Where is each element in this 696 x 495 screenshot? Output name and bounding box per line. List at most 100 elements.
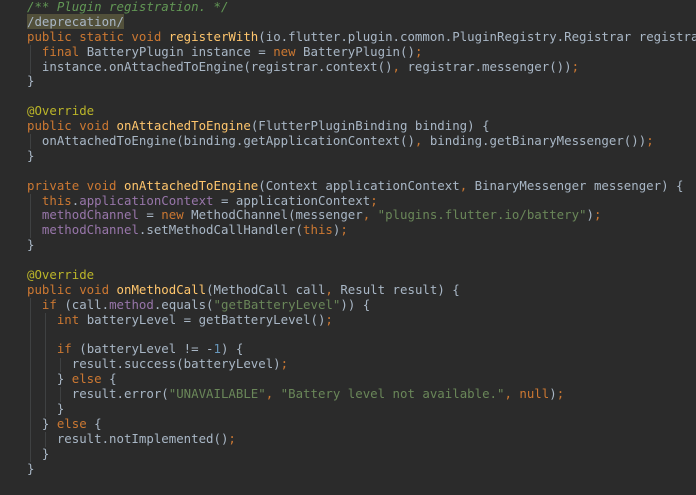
code-token-comment: /** Plugin registration. */ xyxy=(27,0,229,14)
code-token-annotation: @Override xyxy=(27,267,95,283)
code-token-keyword: ; xyxy=(228,430,236,446)
code-token-keyword: else xyxy=(56,415,95,431)
code-token-keyword: this xyxy=(41,192,72,208)
code-token-keyword: private void xyxy=(27,177,124,193)
indent-guide xyxy=(59,387,61,403)
code-token-plain: Result result) { xyxy=(340,281,460,297)
code-token-plain: BatteryPlugin() xyxy=(303,43,415,59)
code-line[interactable]: public void onMethodCall(MethodCall call… xyxy=(0,281,696,298)
code-token-keyword: public void xyxy=(27,118,117,134)
code-token-keyword: ; xyxy=(593,207,602,223)
code-token-method: onAttachedToEngine xyxy=(116,118,251,134)
code-line[interactable]: this.applicationContext = applicationCon… xyxy=(0,192,696,209)
code-token-keyword: final xyxy=(41,43,87,59)
code-line[interactable]: } xyxy=(0,446,696,462)
code-line[interactable]: @Override xyxy=(0,103,696,119)
code-line[interactable]: /deprecation/ xyxy=(0,13,696,30)
code-line[interactable]: } else { xyxy=(0,415,696,432)
code-token-keyword: new xyxy=(273,43,304,59)
code-line[interactable]: result.notImplemented(); xyxy=(0,430,696,447)
code-line[interactable]: result.success(batteryLevel); xyxy=(0,356,696,372)
code-line[interactable]: methodChannel = new MethodChannel(messen… xyxy=(0,208,696,223)
code-token-string: "plugins.flutter.io/battery" xyxy=(377,207,587,223)
code-token-plain: } xyxy=(27,147,35,163)
code-line[interactable]: onAttachedToEngine(binding.getApplicatio… xyxy=(0,133,696,149)
code-line[interactable]: methodChannel.setMethodCallHandler(this)… xyxy=(0,222,696,238)
code-token-keyword: ; xyxy=(280,356,289,372)
code-line[interactable]: public void onAttachedToEngine(FlutterPl… xyxy=(0,118,696,134)
indent-guide xyxy=(30,193,31,239)
code-token-keyword: ; xyxy=(370,192,378,208)
code-token-annotation: @Override xyxy=(27,103,95,119)
code-token-plain: (call. xyxy=(64,296,110,312)
code-line[interactable]: if (call.method.equals("getBatteryLevel"… xyxy=(0,296,696,313)
code-line[interactable]: } xyxy=(0,237,696,253)
code-token-plain: (batteryLevel != - xyxy=(79,341,214,357)
code-line[interactable] xyxy=(0,328,696,343)
code-token-depr: /deprecation/ xyxy=(27,13,124,29)
code-token-keyword: if xyxy=(41,296,65,312)
code-token-plain: instance.onAttachedToEngine(registrar.co… xyxy=(27,58,393,74)
code-token-plain: ) { xyxy=(220,341,244,357)
code-area[interactable]: /** Plugin registration. *//deprecation/… xyxy=(0,0,696,477)
code-token-field: applicationContext xyxy=(79,192,221,208)
code-token-plain: ) xyxy=(549,386,557,402)
code-token-keyword: , xyxy=(362,207,378,223)
code-token-string: "Battery level not available." xyxy=(280,386,505,402)
code-token-plain: batteryLevel = getBatteryLevel() xyxy=(86,311,326,327)
code-line[interactable]: instance.onAttachedToEngine(registrar.co… xyxy=(0,58,696,75)
code-line[interactable] xyxy=(0,164,696,179)
code-line[interactable]: if (batteryLevel != -1) { xyxy=(0,342,696,357)
code-token-keyword: this xyxy=(303,222,333,238)
code-token-plain: registrar.messenger()) xyxy=(407,58,572,74)
code-token-plain: = xyxy=(146,207,162,223)
code-token-plain: BinaryMessenger messenger) { xyxy=(474,177,684,193)
code-line[interactable]: private void onAttachedToEngine(Context … xyxy=(0,177,696,194)
code-token-field: methodChannel xyxy=(41,222,139,238)
code-editor[interactable]: /** Plugin registration. *//deprecation/… xyxy=(0,0,696,495)
code-token-keyword: else xyxy=(71,371,110,387)
indent-guide xyxy=(44,432,46,447)
code-token-keyword: public void xyxy=(27,281,117,297)
code-token-keyword: ; xyxy=(646,133,654,149)
code-token-keyword: ; xyxy=(414,43,423,59)
code-token-keyword: if xyxy=(56,341,80,357)
code-line[interactable]: int batteryLevel = getBatteryLevel(); xyxy=(0,311,696,328)
code-token-keyword: ; xyxy=(325,311,333,327)
code-line[interactable]: } xyxy=(0,401,696,417)
code-line[interactable]: @Override xyxy=(0,267,696,283)
indent-guide xyxy=(59,357,61,373)
code-line[interactable]: final BatteryPlugin instance = new Batte… xyxy=(0,43,696,60)
code-token-keyword: public static void xyxy=(27,28,169,44)
code-token-plain: )) { xyxy=(340,296,371,312)
code-token-plain: MethodChannel(messenger xyxy=(191,207,363,223)
code-token-field: method xyxy=(109,296,154,312)
code-token-plain: .equals( xyxy=(153,296,214,312)
code-token-method: onMethodCall xyxy=(116,281,207,297)
code-line[interactable]: public static void registerWith(io.flutt… xyxy=(0,28,696,45)
code-token-keyword: ; xyxy=(340,222,348,238)
code-line[interactable]: } xyxy=(0,461,696,477)
code-token-keyword: , xyxy=(414,133,430,149)
code-token-plain: (FlutterPluginBinding binding) { xyxy=(250,118,490,134)
code-line[interactable] xyxy=(0,253,696,268)
code-token-plain: binding.getBinaryMessenger()) xyxy=(429,133,647,149)
code-line[interactable]: result.error("UNAVAILABLE", "Battery lev… xyxy=(0,386,696,402)
code-token-plain: .setMethodCallHandler( xyxy=(138,222,304,238)
code-token-plain: } xyxy=(27,371,72,387)
code-token-plain: result.error( xyxy=(27,386,169,402)
code-token-plain: = applicationContext xyxy=(220,192,371,208)
code-token-plain: (Context applicationContext xyxy=(258,177,460,193)
code-token-plain: BatteryPlugin instance = xyxy=(86,43,274,59)
code-line[interactable]: } xyxy=(0,147,696,164)
code-line[interactable] xyxy=(0,89,696,104)
code-token-string: "getBatteryLevel" xyxy=(213,296,341,312)
code-line[interactable]: } else { xyxy=(0,371,696,387)
code-token-plain: ) xyxy=(586,207,594,223)
code-token-number: 1 xyxy=(213,341,221,357)
code-line[interactable]: /** Plugin registration. */ xyxy=(0,0,696,15)
code-token-keyword: int xyxy=(56,311,87,327)
code-line[interactable]: } xyxy=(0,74,696,89)
